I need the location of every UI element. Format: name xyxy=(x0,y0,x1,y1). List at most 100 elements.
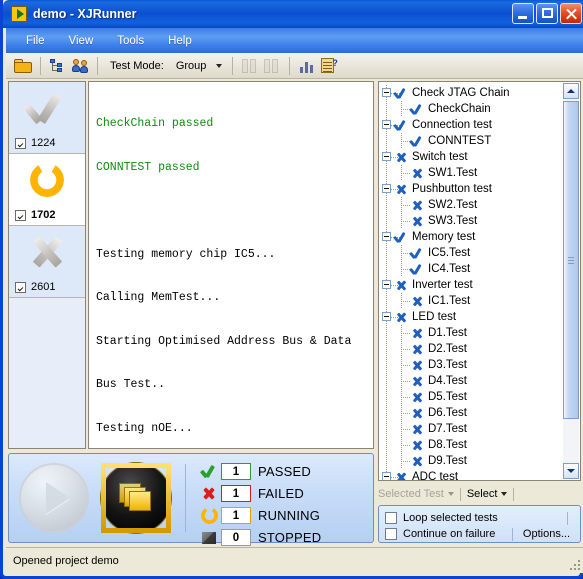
tree-node-label: Pushbutton test xyxy=(412,183,492,195)
select-dropdown[interactable]: Select xyxy=(467,488,508,500)
tree-node[interactable]: IC4.Test xyxy=(379,261,565,277)
console-output[interactable]: CheckChain passed CONNTEST passed Testin… xyxy=(88,81,374,449)
window-controls xyxy=(512,3,582,24)
tree-node[interactable]: D4.Test xyxy=(379,373,565,389)
blue-x-icon xyxy=(411,391,424,403)
thumbnail-item-1702[interactable]: 1702 xyxy=(9,154,85,226)
console-line: CheckChain passed xyxy=(96,117,214,130)
tree-node[interactable]: IC1.Test xyxy=(379,293,565,309)
tree-node[interactable]: SW2.Test xyxy=(379,197,565,213)
statistics-button[interactable] xyxy=(296,55,318,76)
resize-grip-icon[interactable] xyxy=(566,556,580,570)
continue-on-failure-row[interactable]: Continue on failure Options... xyxy=(385,526,574,542)
scroll-up-button[interactable] xyxy=(563,83,579,99)
step-over-button xyxy=(261,55,283,76)
tree-node[interactable]: ADC test xyxy=(379,469,565,480)
tree-scrollbar[interactable] xyxy=(563,83,579,479)
tree-node-label: Switch test xyxy=(412,151,468,163)
tree-connector-line xyxy=(386,373,387,389)
selected-test-dropdown: Selected Test xyxy=(378,488,454,500)
tree-collapse-toggle[interactable] xyxy=(382,280,391,289)
tree-node[interactable]: Connection test xyxy=(379,117,565,133)
blue-check-icon xyxy=(393,231,408,243)
continue-on-failure-checkbox[interactable] xyxy=(385,528,397,540)
thumbnail-label-row: 1224 xyxy=(15,137,55,149)
scroll-down-button[interactable] xyxy=(563,463,579,479)
run-play-button[interactable] xyxy=(19,463,89,533)
tree-node[interactable]: D1.Test xyxy=(379,325,565,341)
thumbnail-item-1224[interactable]: 1224 xyxy=(9,82,85,154)
chevron-down-icon xyxy=(501,492,508,496)
tree-node[interactable]: IC5.Test xyxy=(379,245,565,261)
loop-selected-tests-label: Loop selected tests xyxy=(403,512,498,524)
tree-node-label: CheckChain xyxy=(428,103,491,115)
report-button[interactable]: ? xyxy=(318,55,340,76)
tree-node[interactable]: SW1.Test xyxy=(379,165,565,181)
tree-node[interactable]: D8.Test xyxy=(379,437,565,453)
open-folder-icon xyxy=(14,58,32,73)
tree-node[interactable]: Switch test xyxy=(379,149,565,165)
tree-collapse-toggle[interactable] xyxy=(382,312,391,321)
tree-collapse-toggle[interactable] xyxy=(382,120,391,129)
tree-collapse-toggle[interactable] xyxy=(382,232,391,241)
tree-collapse-toggle[interactable] xyxy=(382,152,391,161)
test-tree[interactable]: Check JTAG Chain CheckChain Connection tes… xyxy=(378,81,581,481)
test-mode-control[interactable]: Test Mode: Group xyxy=(104,58,226,74)
green-check-icon xyxy=(199,464,219,479)
menu-item-view[interactable]: View xyxy=(59,32,104,50)
blue-check-icon xyxy=(409,263,424,275)
tree-collapse-toggle[interactable] xyxy=(382,184,391,193)
users-button[interactable] xyxy=(69,55,91,76)
options-button[interactable]: Options... xyxy=(519,527,574,541)
tree-node[interactable]: D2.Test xyxy=(379,341,565,357)
status-row-running: 1 RUNNING xyxy=(199,506,367,525)
tree-node[interactable]: D9.Test xyxy=(379,453,565,469)
tree-node[interactable]: Check JTAG Chain xyxy=(379,85,565,101)
thumbnail-art xyxy=(9,154,85,206)
thumbnail-item-2601[interactable]: 2601 xyxy=(9,226,85,298)
tree-connector-line xyxy=(401,349,410,350)
close-button[interactable] xyxy=(560,3,582,24)
tree-node[interactable]: D5.Test xyxy=(379,389,565,405)
hierarchy-view-button[interactable] xyxy=(47,55,69,76)
blue-x-icon xyxy=(411,359,424,371)
tree-node[interactable]: Pushbutton test xyxy=(379,181,565,197)
users-icon xyxy=(71,58,89,73)
scrollbar-thumb[interactable] xyxy=(563,101,579,419)
tree-node[interactable]: CONNTEST xyxy=(379,133,565,149)
minimize-button[interactable] xyxy=(512,3,534,24)
loop-selected-tests-checkbox[interactable] xyxy=(385,512,397,524)
tree-node-label: LED test xyxy=(412,311,457,323)
tree-node[interactable]: Memory test xyxy=(379,229,565,245)
tree-node[interactable]: D7.Test xyxy=(379,421,565,437)
open-project-button[interactable] xyxy=(12,55,34,76)
passed-label: PASSED xyxy=(258,464,311,479)
selected-test-label: Selected Test xyxy=(378,488,444,500)
tree-collapse-toggle[interactable] xyxy=(382,472,391,480)
abort-stack-button[interactable] xyxy=(101,463,171,533)
tree-node[interactable]: SW3.Test xyxy=(379,213,565,229)
tree-connector-line xyxy=(386,245,387,261)
tree-node[interactable]: D6.Test xyxy=(379,405,565,421)
tree-node[interactable]: Inverter test xyxy=(379,277,565,293)
thumbnail-list[interactable]: 1224 1702 2601 xyxy=(8,81,86,449)
failed-count: 1 xyxy=(221,485,251,502)
menu-item-tools[interactable]: Tools xyxy=(107,32,154,50)
test-tree-rows[interactable]: Check JTAG Chain CheckChain Connection tes… xyxy=(379,82,565,480)
loop-selected-tests-row[interactable]: Loop selected tests xyxy=(385,510,574,526)
thumbnail-checkbox[interactable] xyxy=(15,137,26,149)
tree-node[interactable]: CheckChain xyxy=(379,101,565,117)
menu-item-help[interactable]: Help xyxy=(158,32,202,50)
menu-item-file[interactable]: File xyxy=(16,32,55,50)
maximize-button[interactable] xyxy=(536,3,558,24)
status-row-passed: 1 PASSED xyxy=(199,462,367,481)
tree-connector-line xyxy=(386,133,387,149)
tree-node-label: CONNTEST xyxy=(428,135,492,147)
thumbnail-checkbox[interactable] xyxy=(15,281,26,293)
test-mode-label: Test Mode: xyxy=(110,59,164,72)
tree-node[interactable]: LED test xyxy=(379,309,565,325)
tree-node[interactable]: D3.Test xyxy=(379,357,565,373)
thumbnail-checkbox[interactable] xyxy=(15,209,26,221)
tree-connector-line xyxy=(401,205,410,206)
tree-collapse-toggle[interactable] xyxy=(382,88,391,97)
